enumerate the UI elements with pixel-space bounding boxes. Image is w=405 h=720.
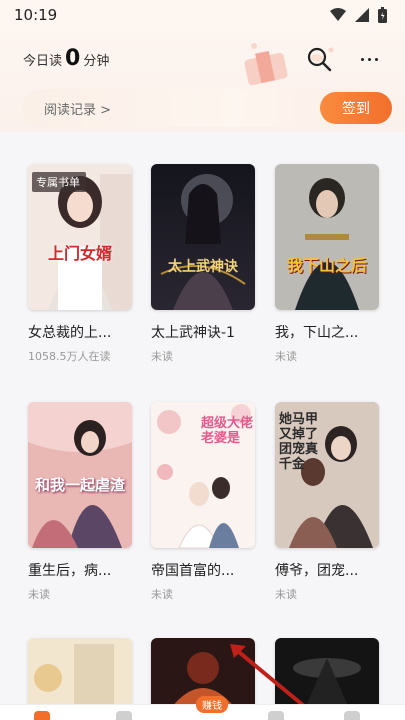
book-cover[interactable]: 她马甲又掉了 团宠真千金 [275, 402, 379, 548]
earn-badge[interactable]: 赚钱 [196, 696, 228, 713]
cover-art-7 [28, 638, 132, 708]
book-status: 1058.5万人在读 [28, 350, 111, 363]
more-icon[interactable] [355, 46, 383, 72]
status-icons [330, 7, 387, 23]
read-today: 今日读 0 分钟 [23, 46, 109, 71]
book-cover[interactable]: 超级大佬老婆是 [151, 402, 255, 548]
nav-profile-icon[interactable] [344, 711, 360, 720]
book-cover[interactable]: 和我一起虐渣 [28, 402, 132, 548]
book-status: 未读 [275, 350, 297, 363]
read-today-minutes: 0 [65, 46, 81, 71]
status-time: 10:19 [14, 6, 58, 24]
signal-icon [355, 8, 369, 22]
cover-title: 超级大佬老婆是 [201, 416, 254, 446]
book-card[interactable]: 和我一起虐渣 重生后，病... 未读 [28, 402, 132, 602]
reading-history-bar[interactable]: 阅读记录 > 签到 [22, 89, 392, 127]
book-status: 未读 [28, 588, 50, 601]
search-icon[interactable] [305, 45, 333, 73]
book-card[interactable] [28, 638, 132, 708]
book-title[interactable]: 我，下山之... [275, 322, 379, 342]
book-card[interactable]: 超级大佬老婆是 帝国首富的... 未读 [151, 402, 255, 602]
read-today-suffix: 分钟 [83, 54, 110, 69]
pointer-arrow-icon [230, 644, 306, 708]
book-title[interactable]: 傅爷，团宠... [275, 560, 379, 580]
checkin-button[interactable]: 签到 [320, 92, 392, 124]
bottom-nav: 赚钱 [0, 696, 405, 720]
cover-art-2 [151, 164, 255, 310]
book-status: 未读 [151, 588, 173, 601]
header: 今日读 0 分钟 阅读记录 > 签到 [0, 30, 405, 132]
book-card[interactable]: 专属书单 上门女婿 女总裁的上... 1058.5万人在读 [28, 164, 132, 364]
book-status: 未读 [275, 588, 297, 601]
book-cover[interactable]: 专属书单 上门女婿 [28, 164, 132, 310]
cover-art-3 [275, 164, 379, 310]
book-cover[interactable]: 我下山之后 [275, 164, 379, 310]
book-card[interactable]: 她马甲又掉了 团宠真千金 傅爷，团宠... 未读 [275, 402, 379, 602]
exclusive-tag: 专属书单 [32, 172, 86, 192]
nav-category-icon[interactable] [268, 711, 284, 720]
nav-discover-icon[interactable] [116, 711, 132, 720]
book-card[interactable]: 太上武神诀 太上武神诀-1 未读 [151, 164, 255, 364]
bookshelf-grid: 专属书单 上门女婿 女总裁的上... 1058.5万人在读 太上武神诀 太上武神… [0, 132, 405, 708]
cover-title: 太上武神诀 [168, 259, 238, 275]
book-status: 未读 [151, 350, 173, 363]
nav-bookshelf-icon[interactable] [34, 711, 50, 720]
book-title[interactable]: 女总裁的上... [28, 322, 132, 342]
battery-icon [378, 7, 387, 23]
status-bar: 10:19 [0, 0, 405, 30]
wifi-icon [330, 8, 346, 21]
cover-title: 和我一起虐渣 [34, 476, 125, 494]
book-title[interactable]: 太上武神诀-1 [151, 322, 255, 342]
book-title[interactable]: 帝国首富的... [151, 560, 255, 580]
read-today-prefix: 今日读 [23, 54, 63, 69]
book-cover[interactable] [28, 638, 132, 708]
reading-history-link[interactable]: 阅读记录 > [44, 99, 111, 118]
book-cover[interactable]: 太上武神诀 [151, 164, 255, 310]
cover-title: 我下山之后 [286, 256, 367, 275]
cover-title: 她马甲又掉了 团宠真千金 [279, 412, 319, 472]
book-card[interactable]: 我下山之后 我，下山之... 未读 [275, 164, 379, 364]
book-title[interactable]: 重生后，病... [28, 560, 132, 580]
cover-title: 上门女婿 [47, 244, 112, 263]
